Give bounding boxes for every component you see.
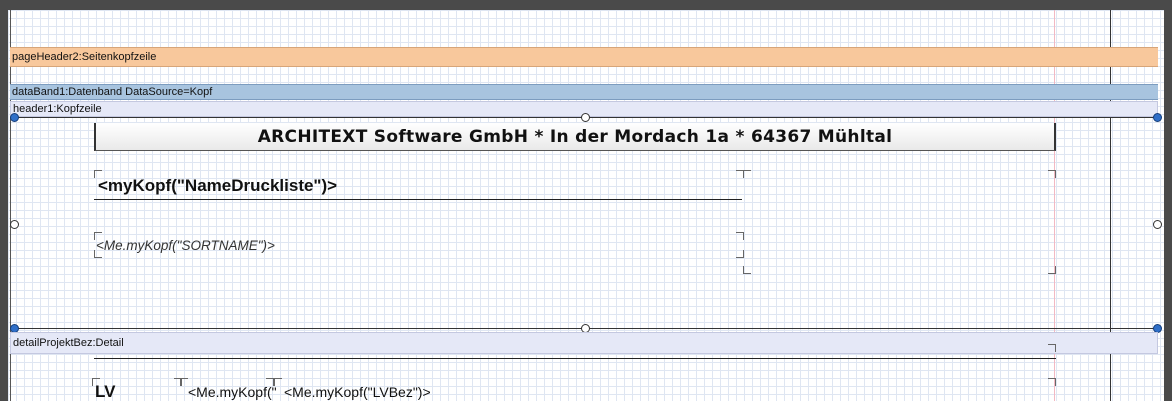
resize-handle-middle-right[interactable] <box>1153 220 1162 229</box>
detail-top-line <box>94 358 1056 359</box>
field-corner-mark <box>94 170 102 178</box>
field-corner-mark <box>736 232 744 240</box>
field-corner-mark <box>736 250 744 258</box>
field-corner-mark <box>743 266 751 274</box>
field-corner-mark <box>274 378 282 386</box>
field-corner-mark <box>266 378 274 386</box>
field-corner-mark <box>94 232 102 240</box>
data-band[interactable]: dataBand1:Datenband DataSource=Kopf <box>10 84 1158 100</box>
field-corner-mark <box>94 250 102 258</box>
page-header-band[interactable]: pageHeader2:Seitenkopfzeile <box>10 47 1158 67</box>
report-page-canvas[interactable]: pageHeader2:Seitenkopfzeile dataBand1:Da… <box>8 10 1164 401</box>
lv-bez-field[interactable]: <Me.myKopf("LVBez")> <box>284 384 431 400</box>
resize-handle-top-left[interactable] <box>10 113 19 122</box>
field-corner-mark <box>180 378 188 386</box>
name-druckliste-field[interactable]: <myKopf("NameDruckliste")> <box>98 176 337 196</box>
field-corner-mark <box>743 170 751 178</box>
resize-handle-middle-left[interactable] <box>10 220 19 229</box>
field-corner-mark <box>1048 266 1056 274</box>
field-corner-mark <box>1048 378 1056 386</box>
field-corner-mark <box>1048 344 1056 352</box>
resize-handle-top-right[interactable] <box>1153 113 1162 122</box>
field-corner-mark <box>92 378 100 386</box>
field-corner-mark <box>1048 170 1056 178</box>
resize-handle-top-center[interactable] <box>581 113 590 122</box>
lv-key-field[interactable]: <Me.myKopf(" <box>188 384 277 400</box>
company-title-textbox[interactable]: ARCHITEXT Software GmbH * In der Mordach… <box>94 123 1056 151</box>
name-druckliste-underline <box>94 199 742 200</box>
detail-band[interactable]: detailProjektBez:Detail <box>10 332 1158 354</box>
report-designer: pageHeader2:Seitenkopfzeile dataBand1:Da… <box>0 0 1172 401</box>
sortname-field[interactable]: <Me.myKopf("SORTNAME")> <box>96 238 275 253</box>
